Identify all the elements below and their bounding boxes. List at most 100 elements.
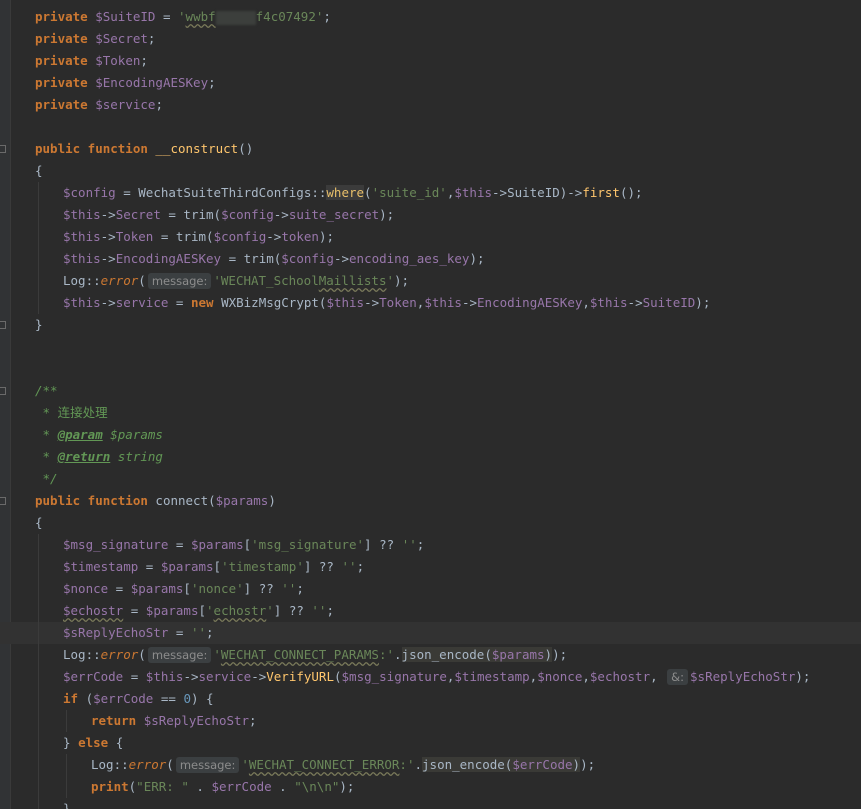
code-line[interactable]: $msg_signature = $params['msg_signature'… [0,534,861,556]
code-line[interactable]: private $SuiteID = 'wwbf f4c07492'; [0,6,861,28]
code-token: * [35,405,58,420]
indent-guide [38,776,39,798]
code-line[interactable]: return $sReplyEchoStr; [0,710,861,732]
code-token: ); [695,295,711,310]
code-token: -> [100,251,116,266]
code-line[interactable]: $this->EncodingAESKey = trim($config->en… [0,248,861,270]
code-token: $this [454,185,493,200]
code-line[interactable]: } [0,798,861,809]
code-line[interactable]: public function connect($params) [0,490,861,512]
code-line[interactable]: */ [0,468,861,490]
code-token: @param [57,427,103,442]
code-line[interactable]: $this->Token = trim($config->token); [0,226,861,248]
code-line[interactable]: Log::error(message: 'WECHAT_CONNECT_ERROR… [0,754,861,776]
code-token: $this [424,295,462,310]
code-token: ; [323,9,331,24]
code-line[interactable]: private $Secret; [0,28,861,50]
code-token: ' [386,273,394,288]
code-line[interactable]: * @param $params [0,424,861,446]
code-line[interactable]: Log::error(message: 'WECHAT_CONNECT_PARAM… [0,644,861,666]
code-line[interactable]: } [0,314,861,336]
code-token: ) [544,647,553,662]
code-line[interactable]: $nonce = $params['nonce'] ?? ''; [0,578,861,600]
code-line[interactable]: * 连接处理 [0,402,861,424]
code-token: if [63,691,79,706]
code-token: -> [461,295,478,310]
parameter-hint: message: [175,757,240,773]
code-line[interactable]: if ($errCode == 0) { [0,688,861,710]
indent-guide [66,776,67,798]
code-token: error [128,757,167,772]
indent-guide [38,666,39,688]
code-token: $this [63,207,101,222]
code-token: $errCode [512,757,573,772]
code-token: . [394,647,402,662]
code-token: ; [155,97,163,112]
code-token: ; [147,31,156,46]
code-token: ->SuiteID)-> [492,185,583,200]
code-line[interactable]: { [0,512,861,534]
code-token: __construct [155,141,239,156]
indent-guide [66,754,67,776]
code-line[interactable]: $timestamp = $params['timestamp'] ?? ''; [0,556,861,578]
code-line[interactable]: print("ERR: " . $errCode . "\n\n"); [0,776,861,798]
code-token: Maillists [318,273,387,288]
code-token: @return [57,449,111,464]
indent-guide [38,226,39,248]
code-token: ) [572,757,581,772]
code-token: = [168,537,191,552]
code-line[interactable]: /** [0,380,861,402]
code-token: ); [580,757,596,772]
code-token: $Token [95,53,141,68]
code-token: ) [268,493,276,508]
code-line[interactable]: private $service; [0,94,861,116]
code-token: ( [166,757,174,772]
code-line[interactable]: $config = WechatSuiteThirdConfigs::where… [0,182,861,204]
code-token: Secret [115,207,161,222]
code-token: private [35,31,88,46]
code-token: $params [190,537,244,552]
code-line[interactable]: public function __construct() [0,138,861,160]
code-token: ; [208,75,216,90]
code-token: Token [379,295,417,310]
code-token: encoding_aes_key [349,251,470,266]
code-token: ( [138,273,146,288]
code-line[interactable]: * @return string [0,446,861,468]
code-token: $errCode [63,669,124,684]
code-token: , [650,669,666,684]
code-token: where [326,185,365,200]
code-line[interactable]: Log::error(message: 'WECHAT_SchoolMaillis… [0,270,861,292]
code-token: ) { [190,691,214,706]
code-token: :' [399,757,415,772]
code-line[interactable]: $echostr = $params['echostr'] ?? ''; [0,600,861,622]
code-editor[interactable]: private $SuiteID = 'wwbf f4c07492'; privat… [0,0,861,809]
code-token: } [63,735,79,750]
code-token: ( [364,185,372,200]
code-line[interactable]: { [0,160,861,182]
code-token: $this [63,295,101,310]
code-token: token [281,229,319,244]
code-token: print [91,779,129,794]
code-line[interactable]: private $EncodingAESKey; [0,72,861,94]
code-token: ; [249,713,257,728]
code-line[interactable]: } else { [0,732,861,754]
code-line[interactable]: $errCode = $this->service->VerifyURL($ms… [0,666,861,688]
code-line[interactable]: $this->Secret = trim($config->suite_secr… [0,204,861,226]
code-token: Token [115,229,154,244]
code-line[interactable]: private $Token; [0,50,861,72]
code-token: ] ?? [303,559,342,574]
code-token: /** [35,383,58,398]
code-line[interactable]: $this->service = new WXBizMsgCrypt($this… [0,292,861,314]
code-token: public function [35,493,148,508]
code-token: = [138,559,161,574]
code-token: error [100,273,139,288]
code-token: ' [178,9,186,24]
code-token: -> [364,295,380,310]
code-token: ' [266,603,274,618]
code-token: } [63,801,71,809]
code-line[interactable]: $sReplyEchoStr = ''; [0,622,861,644]
code-token: $timestamp [454,669,530,684]
indent-guide [38,622,39,644]
code-token: = [168,295,191,310]
